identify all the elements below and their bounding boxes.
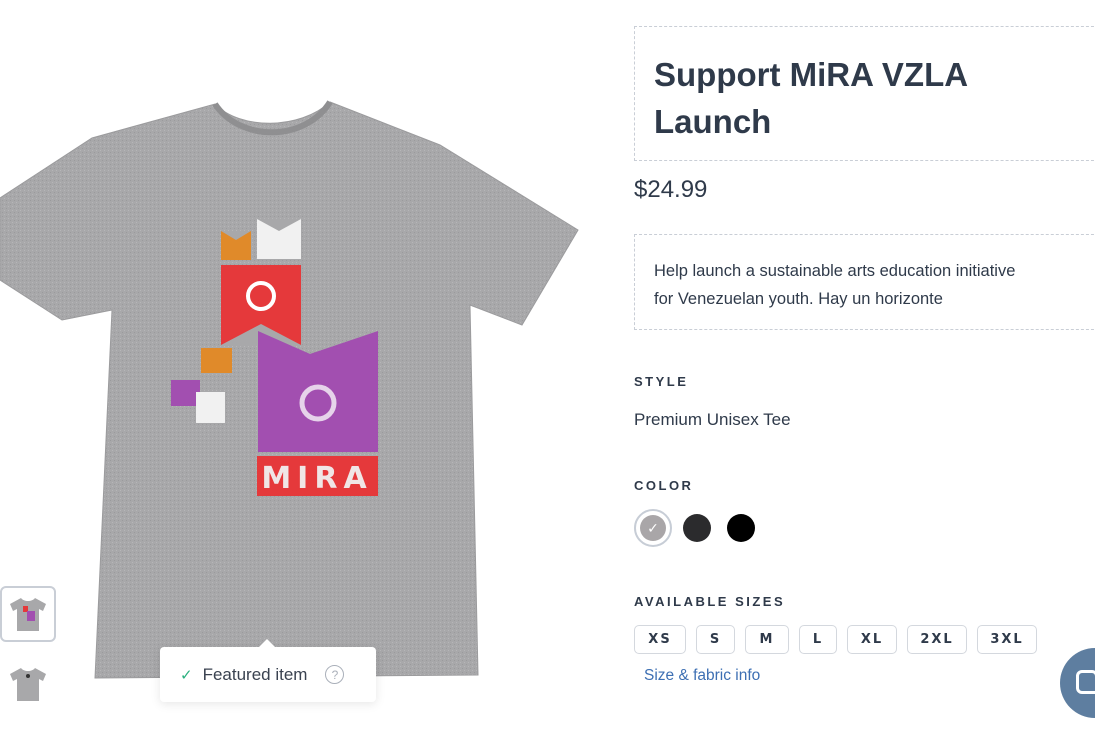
size-fabric-info-link[interactable]: Size & fabric info — [644, 667, 760, 685]
tshirt-illustration: MIRA — [0, 100, 579, 679]
style-label: STYLE — [634, 374, 689, 389]
tshirt-thumb-icon — [10, 668, 46, 701]
featured-item-label: Featured item — [202, 664, 308, 684]
product-description: Help launch a sustainable arts education… — [634, 234, 1095, 330]
available-sizes-label: AVAILABLE SIZES — [634, 594, 786, 609]
color-swatch-charcoal[interactable] — [683, 514, 711, 542]
size-button-l[interactable]: L — [799, 625, 837, 654]
size-button-xl[interactable]: XL — [847, 625, 897, 654]
product-image: MIRA — [0, 90, 590, 690]
size-button-2xl[interactable]: 2XL — [907, 625, 967, 654]
color-swatch-heather-grey[interactable]: ✓ — [634, 509, 672, 547]
check-icon: ✓ — [640, 515, 666, 541]
product-title-line1: Support MiRA VZLA — [654, 56, 969, 93]
size-button-3xl[interactable]: 3XL — [977, 625, 1037, 654]
thumbnail-back[interactable] — [0, 656, 56, 712]
description-line2: for Venezuelan youth. Hay un horizonte — [654, 290, 943, 308]
size-button-m[interactable]: M — [745, 625, 789, 654]
product-price: $24.99 — [634, 176, 708, 203]
size-button-xs[interactable]: XS — [634, 625, 686, 654]
design-mira-text: MIRA — [261, 461, 372, 496]
tshirt-thumb-icon — [10, 598, 46, 631]
size-button-s[interactable]: S — [696, 625, 735, 654]
checkmark-icon: ✓ — [180, 666, 193, 684]
help-icon[interactable]: ? — [325, 665, 345, 684]
featured-item-badge: ✓ Featured item ? — [160, 639, 376, 702]
color-swatch-black[interactable] — [727, 514, 755, 542]
color-label: COLOR — [634, 478, 694, 493]
thumbnail-front[interactable] — [0, 586, 56, 642]
product-title-box: Support MiRA VZLA Launch — [634, 26, 1095, 161]
style-value[interactable]: Premium Unisex Tee — [634, 410, 791, 430]
description-line1: Help launch a sustainable arts education… — [654, 262, 1016, 280]
chat-icon — [1076, 670, 1095, 694]
product-title-line2: Launch — [654, 103, 772, 140]
chat-button[interactable] — [1060, 648, 1095, 718]
